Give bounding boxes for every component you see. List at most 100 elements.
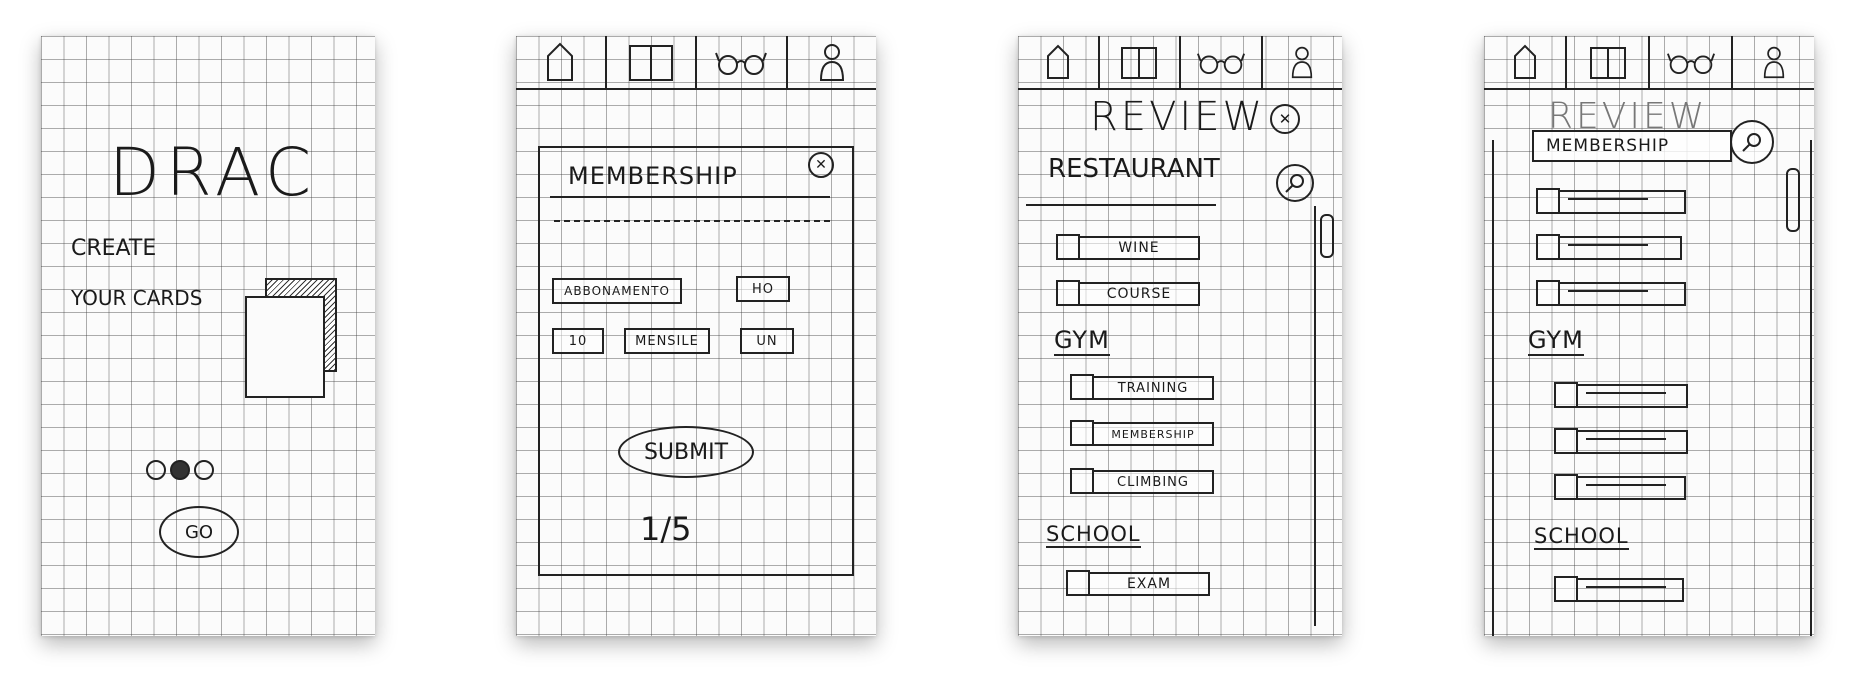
scrollbar[interactable] bbox=[1786, 168, 1800, 232]
list-item[interactable] bbox=[1536, 234, 1682, 260]
nav-bar bbox=[1018, 36, 1342, 90]
item-placeholder-bar bbox=[1576, 476, 1686, 500]
close-button[interactable]: ✕ bbox=[808, 152, 834, 178]
item-checkbox[interactable] bbox=[1056, 280, 1080, 306]
title-divider bbox=[550, 196, 830, 198]
go-button[interactable]: GO bbox=[159, 506, 239, 558]
person-icon bbox=[819, 44, 844, 81]
list-item[interactable]: MEMBERSHIP bbox=[1070, 420, 1230, 446]
item-placeholder-text bbox=[1586, 484, 1666, 486]
item-label: TRAINING bbox=[1092, 376, 1214, 400]
book-icon bbox=[1121, 47, 1158, 79]
item-checkbox[interactable] bbox=[1070, 468, 1094, 494]
search-underline bbox=[1026, 204, 1216, 206]
screen-review-list: REVIEW ✕ RESTAURANT WINE COURSE GYM TRAI… bbox=[1018, 36, 1342, 636]
section-school: SCHOOL bbox=[1534, 524, 1629, 550]
tab-cards[interactable] bbox=[607, 36, 697, 88]
home-icon bbox=[1046, 44, 1069, 79]
section-school: SCHOOL bbox=[1046, 522, 1141, 548]
list-item[interactable] bbox=[1536, 188, 1686, 214]
submit-label: SUBMIT bbox=[643, 439, 729, 465]
option-chip-abbonamento[interactable]: ABBONAMENTO bbox=[552, 278, 682, 304]
tab-cards[interactable] bbox=[1567, 36, 1650, 88]
nav-bar bbox=[516, 36, 876, 90]
item-checkbox[interactable] bbox=[1554, 428, 1578, 454]
nav-bar bbox=[1484, 36, 1814, 90]
item-checkbox[interactable] bbox=[1554, 382, 1578, 408]
list-item[interactable] bbox=[1554, 428, 1688, 454]
search-heading: RESTAURANT bbox=[1048, 154, 1220, 184]
section-gym: GYM bbox=[1528, 326, 1584, 356]
option-chip-mensile[interactable]: MENSILE bbox=[624, 328, 710, 354]
cards-illustration bbox=[245, 278, 337, 398]
tab-home[interactable] bbox=[516, 36, 607, 88]
item-text: COURSE bbox=[1106, 286, 1172, 302]
headline-create: CREATE bbox=[71, 236, 157, 261]
item-placeholder-bar bbox=[1558, 190, 1686, 214]
item-checkbox[interactable] bbox=[1070, 420, 1094, 446]
list-item[interactable] bbox=[1554, 382, 1688, 408]
section-gym: GYM bbox=[1054, 326, 1110, 356]
list-item[interactable]: COURSE bbox=[1056, 280, 1216, 306]
item-checkbox[interactable] bbox=[1536, 280, 1560, 306]
close-button[interactable]: ✕ bbox=[1270, 104, 1300, 134]
tab-cards[interactable] bbox=[1100, 36, 1181, 88]
item-checkbox[interactable] bbox=[1070, 374, 1094, 400]
item-placeholder-bar bbox=[1576, 578, 1684, 602]
list-item[interactable]: EXAM bbox=[1066, 570, 1226, 596]
tab-home[interactable] bbox=[1484, 36, 1567, 88]
tab-home[interactable] bbox=[1018, 36, 1100, 88]
item-checkbox[interactable] bbox=[1536, 234, 1560, 260]
item-label: WINE bbox=[1078, 236, 1200, 260]
list-item[interactable]: TRAINING bbox=[1070, 374, 1230, 400]
tab-review[interactable] bbox=[1650, 36, 1733, 88]
item-checkbox[interactable] bbox=[1554, 474, 1578, 500]
home-icon bbox=[1513, 44, 1536, 79]
chip-label: UN bbox=[756, 333, 778, 349]
item-checkbox[interactable] bbox=[1536, 188, 1560, 214]
item-text: WINE bbox=[1118, 240, 1160, 256]
submit-button[interactable]: SUBMIT bbox=[618, 426, 754, 478]
input-underline[interactable] bbox=[554, 220, 830, 222]
home-icon bbox=[547, 42, 574, 81]
list-item[interactable] bbox=[1536, 280, 1686, 306]
option-chip-un[interactable]: UN bbox=[740, 328, 794, 354]
chip-label: 10 bbox=[568, 333, 588, 349]
item-placeholder-bar bbox=[1576, 384, 1688, 408]
tab-review[interactable] bbox=[1181, 36, 1263, 88]
dot-icon[interactable] bbox=[146, 460, 166, 480]
tab-profile[interactable] bbox=[1733, 36, 1814, 88]
glasses-icon bbox=[1666, 53, 1715, 75]
item-checkbox[interactable] bbox=[1056, 234, 1080, 260]
chip-label: ABBONAMENTO bbox=[564, 284, 670, 298]
item-placeholder-text bbox=[1568, 198, 1648, 200]
person-icon bbox=[1763, 46, 1784, 79]
list-item[interactable]: CLIMBING bbox=[1070, 468, 1230, 494]
list-item[interactable] bbox=[1554, 474, 1686, 500]
close-icon: ✕ bbox=[815, 157, 827, 173]
list-item[interactable]: WINE bbox=[1056, 234, 1216, 260]
option-chip-10[interactable]: 10 bbox=[552, 328, 604, 354]
scrollbar[interactable] bbox=[1320, 214, 1334, 258]
tab-review[interactable] bbox=[697, 36, 788, 88]
item-label: CLIMBING bbox=[1092, 470, 1214, 494]
dot-icon[interactable] bbox=[194, 460, 214, 480]
item-placeholder-bar bbox=[1576, 430, 1688, 454]
dot-active-icon[interactable] bbox=[170, 460, 190, 480]
screen-title: REVIEW bbox=[1090, 94, 1266, 140]
tab-profile[interactable] bbox=[1263, 36, 1343, 88]
search-button[interactable] bbox=[1276, 164, 1314, 202]
item-placeholder-bar bbox=[1558, 236, 1682, 260]
option-chip-ho[interactable]: HO bbox=[736, 276, 790, 302]
page-indicator: 1/5 bbox=[640, 510, 692, 548]
item-placeholder-text bbox=[1568, 290, 1648, 292]
item-placeholder-text bbox=[1586, 438, 1666, 440]
chip-label: MENSILE bbox=[635, 333, 699, 349]
pagination-dots bbox=[146, 460, 226, 480]
list-item[interactable] bbox=[1554, 576, 1684, 602]
item-placeholder-text bbox=[1586, 392, 1666, 394]
item-checkbox[interactable] bbox=[1066, 570, 1090, 596]
tab-profile[interactable] bbox=[788, 36, 877, 88]
item-placeholder-text bbox=[1568, 244, 1648, 246]
item-checkbox[interactable] bbox=[1554, 576, 1578, 602]
